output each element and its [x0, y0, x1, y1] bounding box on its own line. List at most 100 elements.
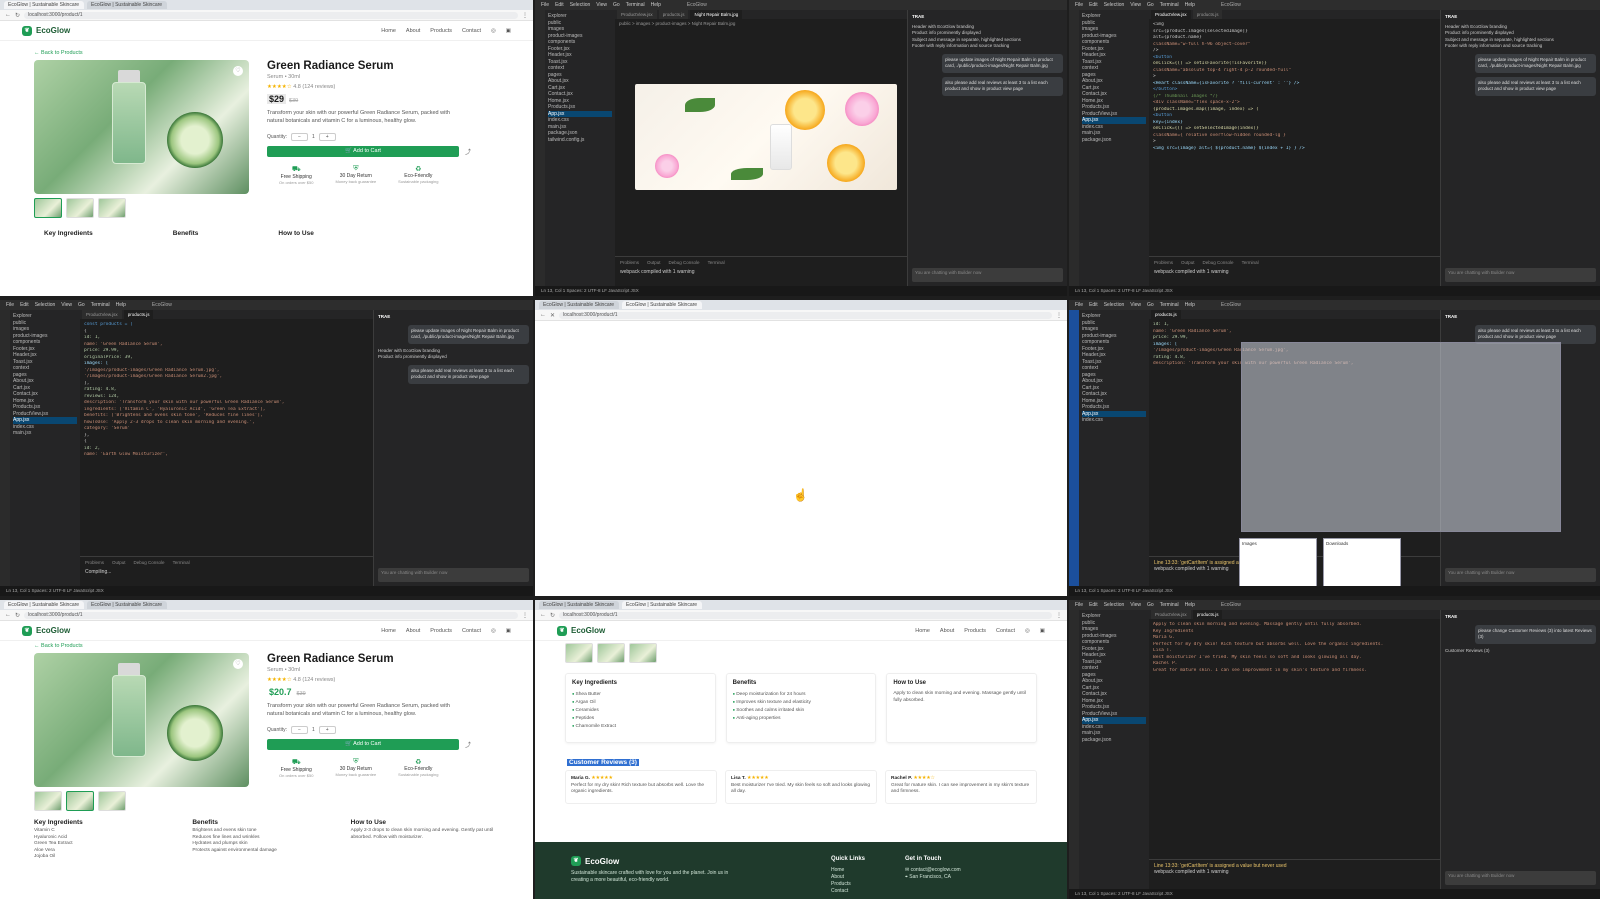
menu-help[interactable]: Help [1185, 602, 1195, 608]
menu-dots-icon[interactable]: ⋮ [1056, 612, 1062, 619]
brand-logo[interactable]: ❦ EcoGlow [22, 25, 70, 36]
user-icon[interactable]: ◎ [1025, 628, 1030, 634]
tab-how-to-use[interactable]: How to Use [278, 230, 313, 237]
file-item[interactable]: package.json [1082, 737, 1146, 744]
add-to-cart-button[interactable]: 🛒 Add to Cart [267, 739, 459, 750]
menu-dots-icon[interactable]: ⋮ [522, 12, 528, 19]
menu-file[interactable]: File [1075, 302, 1083, 308]
tab-problems[interactable]: Problems [620, 260, 639, 265]
menu-help[interactable]: Help [651, 2, 661, 8]
menu-view[interactable]: View [61, 302, 72, 308]
menu-dots-icon[interactable]: ⋮ [1056, 312, 1062, 319]
code-view[interactable]: const products = [ { id: 1, name: 'Green… [80, 319, 373, 462]
code-view[interactable]: <img src={product.images[selectedImage]}… [1149, 19, 1440, 155]
menu-edit[interactable]: Edit [20, 302, 29, 308]
nav-home[interactable]: Home [381, 628, 396, 634]
menu-file[interactable]: File [1075, 602, 1083, 608]
menu-terminal[interactable]: Terminal [1160, 602, 1179, 608]
menu-view[interactable]: View [1130, 302, 1141, 308]
nav-about[interactable]: About [406, 28, 420, 34]
thumbnail-image[interactable] [34, 198, 62, 218]
downloads-folder-popup[interactable]: Downloads [1323, 538, 1401, 588]
user-icon[interactable]: ◎ [491, 628, 496, 634]
footer-link[interactable]: About [831, 874, 865, 881]
back-to-products-link[interactable]: ← Back to Products [0, 41, 533, 60]
thumbnail-image[interactable] [629, 643, 657, 663]
file-item[interactable]: index.css [1082, 417, 1146, 424]
file-explorer-window[interactable] [1241, 342, 1561, 532]
tab-terminal[interactable]: Terminal [173, 560, 190, 565]
browser-tab[interactable]: EcoGlow | Sustainable Skincare [622, 601, 702, 609]
menu-file[interactable]: File [1075, 2, 1083, 8]
thumbnail-image[interactable] [66, 791, 94, 811]
back-arrow-icon[interactable]: ← [5, 12, 11, 18]
menu-view[interactable]: View [1130, 602, 1141, 608]
address-bar[interactable]: localhost:3000/product/1 [559, 611, 1052, 619]
tab-output[interactable]: Output [112, 560, 126, 565]
menu-edit[interactable]: Edit [1089, 602, 1098, 608]
tab-terminal[interactable]: Terminal [708, 260, 725, 265]
brand-logo[interactable]: ❦ EcoGlow [22, 625, 70, 636]
menu-terminal[interactable]: Terminal [626, 2, 645, 8]
chat-input[interactable]: You are chatting with Builder now [912, 268, 1063, 282]
menu-edit[interactable]: Edit [1089, 2, 1098, 8]
tab-output[interactable]: Output [1181, 260, 1195, 265]
cart-icon[interactable]: ▣ [506, 28, 511, 34]
share-icon[interactable]: ⤴ [465, 740, 471, 749]
tab-debug[interactable]: Debug Console [134, 560, 165, 565]
cart-icon[interactable]: ▣ [506, 628, 511, 634]
tab-key-ingredients[interactable]: Key Ingredients [44, 230, 93, 237]
editor-tab[interactable]: ProductView.jsx [82, 310, 122, 319]
menu-go[interactable]: Go [1147, 302, 1154, 308]
nav-contact[interactable]: Contact [462, 28, 481, 34]
reload-icon[interactable]: ↻ [15, 12, 20, 19]
browser-tab[interactable]: EcoGlow | Sustainable Skincare [539, 301, 619, 309]
add-to-cart-button[interactable]: 🛒 Add to Cart [267, 146, 459, 157]
menu-go[interactable]: Go [1147, 2, 1154, 8]
footer-link[interactable]: Contact [831, 888, 865, 895]
chat-input[interactable]: You are chatting with Builder now [1445, 871, 1596, 885]
thumbnail-image[interactable] [34, 791, 62, 811]
file-item[interactable]: main.jsx [13, 430, 77, 437]
tab-debug[interactable]: Debug Console [669, 260, 700, 265]
menu-view[interactable]: View [1130, 2, 1141, 8]
thumbnail-image[interactable] [98, 791, 126, 811]
chat-input[interactable]: You are chatting with Builder now [1445, 568, 1596, 582]
browser-tab[interactable]: EcoGlow | Sustainable Skincare [539, 601, 619, 609]
thumbnail-image[interactable] [98, 198, 126, 218]
favorite-heart-icon[interactable]: ♡ [233, 659, 243, 669]
menu-terminal[interactable]: Terminal [1160, 2, 1179, 8]
browser-tab[interactable]: EcoGlow | Sustainable Skincare [87, 601, 167, 609]
close-icon[interactable]: ✕ [550, 312, 555, 319]
browser-tab[interactable]: EcoGlow | Sustainable Skincare [4, 1, 84, 9]
chat-input[interactable]: You are chatting with Builder now [1445, 268, 1596, 282]
address-bar[interactable]: localhost:3000/product/1 [24, 11, 518, 19]
menu-help[interactable]: Help [116, 302, 126, 308]
menu-view[interactable]: View [596, 2, 607, 8]
browser-tab[interactable]: EcoGlow | Sustainable Skincare [87, 1, 167, 9]
address-bar[interactable]: localhost:3000/product/1 [559, 311, 1052, 319]
menu-selection[interactable]: Selection [570, 2, 591, 8]
menu-terminal[interactable]: Terminal [1160, 302, 1179, 308]
menu-selection[interactable]: Selection [1104, 302, 1125, 308]
editor-tab-active[interactable]: Night Repair Balm.jpg [690, 10, 743, 19]
menu-go[interactable]: Go [1147, 602, 1154, 608]
menu-file[interactable]: File [6, 302, 14, 308]
menu-terminal[interactable]: Terminal [91, 302, 110, 308]
nav-products[interactable]: Products [430, 28, 452, 34]
reload-icon[interactable]: ↻ [15, 612, 20, 619]
menu-edit[interactable]: Edit [555, 2, 564, 8]
back-arrow-icon[interactable]: ← [5, 612, 11, 618]
browser-tab[interactable]: EcoGlow | Sustainable Skincare [4, 601, 84, 609]
nav-products[interactable]: Products [430, 628, 452, 634]
footer-logo[interactable]: ❦ EcoGlow [571, 856, 731, 866]
tab-debug[interactable]: Debug Console [1203, 260, 1234, 265]
editor-tab[interactable]: products.js [1192, 10, 1223, 19]
editor-tab[interactable]: ProductView.jsx [1151, 610, 1191, 619]
back-arrow-icon[interactable]: ← [540, 612, 546, 618]
nav-home[interactable]: Home [915, 628, 930, 634]
quantity-value[interactable]: 1 [312, 727, 315, 733]
favorite-heart-icon[interactable]: ♡ [233, 66, 243, 76]
tab-benefits[interactable]: Benefits [173, 230, 199, 237]
nav-home[interactable]: Home [381, 28, 396, 34]
